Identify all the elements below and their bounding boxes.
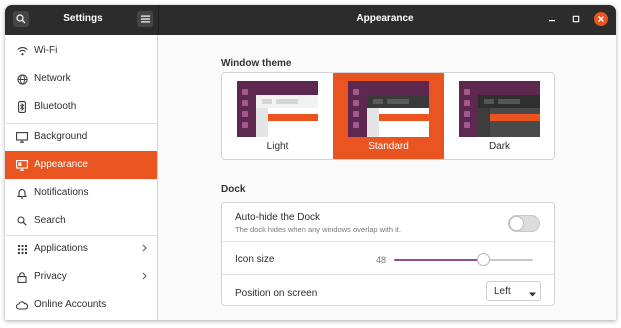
- menu-button[interactable]: [137, 11, 153, 27]
- toggle-knob: [509, 216, 524, 231]
- search-button[interactable]: [13, 11, 29, 27]
- background-icon: [16, 130, 28, 144]
- cloud-icon: [16, 298, 28, 312]
- sidebar-item-network[interactable]: Network: [5, 65, 157, 93]
- sidebar-item-bluetooth[interactable]: Bluetooth: [5, 93, 157, 121]
- slider-fill: [394, 259, 484, 261]
- lock-icon: [16, 270, 28, 284]
- search-icon: [16, 214, 28, 228]
- close-icon: [598, 16, 604, 22]
- theme-option-label: Dark: [488, 141, 511, 152]
- minimize-button[interactable]: [545, 12, 559, 26]
- dock-heading: Dock: [221, 184, 246, 195]
- icon-size-value: 48: [375, 255, 386, 265]
- maximize-icon: [572, 15, 580, 23]
- dropdown-value: Left: [494, 286, 511, 297]
- sidebar-item-label: Online Accounts: [34, 299, 107, 310]
- sidebar-item-label: Background: [34, 131, 88, 142]
- settings-window: Settings Appearance Wi-Fi Network Blueto…: [5, 5, 616, 320]
- row-divider: [222, 241, 554, 242]
- sidebar-item-wifi[interactable]: Wi-Fi: [5, 37, 157, 65]
- search-icon: [16, 14, 26, 24]
- sidebar-item-label: Notifications: [34, 187, 89, 198]
- window-theme-heading: Window theme: [221, 58, 292, 69]
- sidebar-item-label: Appearance: [34, 159, 88, 170]
- chevron-right-icon: [142, 244, 147, 255]
- bell-icon: [16, 186, 28, 200]
- row-divider: [222, 274, 554, 275]
- sidebar-item-label: Applications: [34, 243, 88, 254]
- appearance-panel: Window theme Light Standard Dark Dock Au…: [158, 35, 616, 320]
- close-button[interactable]: [594, 12, 608, 26]
- dropdown-arrow-icon: [529, 289, 536, 300]
- autohide-toggle[interactable]: [508, 215, 540, 232]
- sidebar-item-search[interactable]: Search: [5, 207, 157, 235]
- page-title: Appearance: [356, 13, 414, 24]
- position-dropdown[interactable]: Left: [486, 281, 541, 301]
- sidebar-item-privacy[interactable]: Privacy: [5, 263, 157, 291]
- autohide-description: The dock hides when any windows overlap …: [235, 225, 401, 234]
- theme-option-light[interactable]: Light: [222, 73, 333, 159]
- header-bar: Settings Appearance: [5, 5, 616, 35]
- bluetooth-icon: [16, 100, 28, 114]
- sidebar-item-appearance[interactable]: Appearance: [5, 151, 157, 179]
- theme-preview-light: [237, 81, 318, 137]
- minimize-icon: [549, 20, 555, 22]
- sidebar-item-label: Search: [34, 215, 66, 226]
- theme-option-label: Light: [266, 141, 289, 152]
- maximize-button[interactable]: [569, 12, 583, 26]
- network-icon: [16, 72, 28, 86]
- icon-size-slider[interactable]: [394, 252, 533, 268]
- sidebar-title: Settings: [63, 13, 103, 24]
- hamburger-menu-icon: [140, 15, 150, 23]
- theme-preview-dark: [459, 81, 540, 137]
- sidebar-item-notifications[interactable]: Notifications: [5, 179, 157, 207]
- sidebar-item-label: Bluetooth: [34, 101, 77, 112]
- sidebar-item-label: Privacy: [34, 271, 67, 282]
- icon-size-label: Icon size: [235, 254, 275, 265]
- header-divider: [158, 5, 159, 35]
- sidebar-item-label: Wi-Fi: [34, 45, 58, 56]
- theme-option-dark[interactable]: Dark: [444, 73, 554, 159]
- sidebar: Wi-Fi Network Bluetooth Background Appea…: [5, 35, 158, 320]
- position-label: Position on screen: [235, 288, 318, 299]
- theme-option-label: Standard: [368, 141, 409, 152]
- apps-grid-icon: [16, 242, 28, 256]
- window-theme-selector: Light Standard Dark: [221, 72, 555, 160]
- wifi-icon: [16, 44, 28, 58]
- theme-preview-standard: [348, 81, 429, 137]
- sidebar-item-background[interactable]: Background: [5, 123, 157, 151]
- sidebar-item-online-accounts[interactable]: Online Accounts: [5, 291, 157, 319]
- autohide-label: Auto-hide the Dock: [235, 212, 321, 223]
- theme-option-standard[interactable]: Standard: [333, 73, 444, 159]
- dock-settings-list: Auto-hide the Dock The dock hides when a…: [221, 202, 555, 306]
- slider-handle[interactable]: [477, 253, 490, 266]
- sidebar-item-applications[interactable]: Applications: [5, 235, 157, 263]
- chevron-right-icon: [142, 272, 147, 283]
- appearance-icon: [16, 158, 28, 172]
- sidebar-item-label: Network: [34, 73, 71, 84]
